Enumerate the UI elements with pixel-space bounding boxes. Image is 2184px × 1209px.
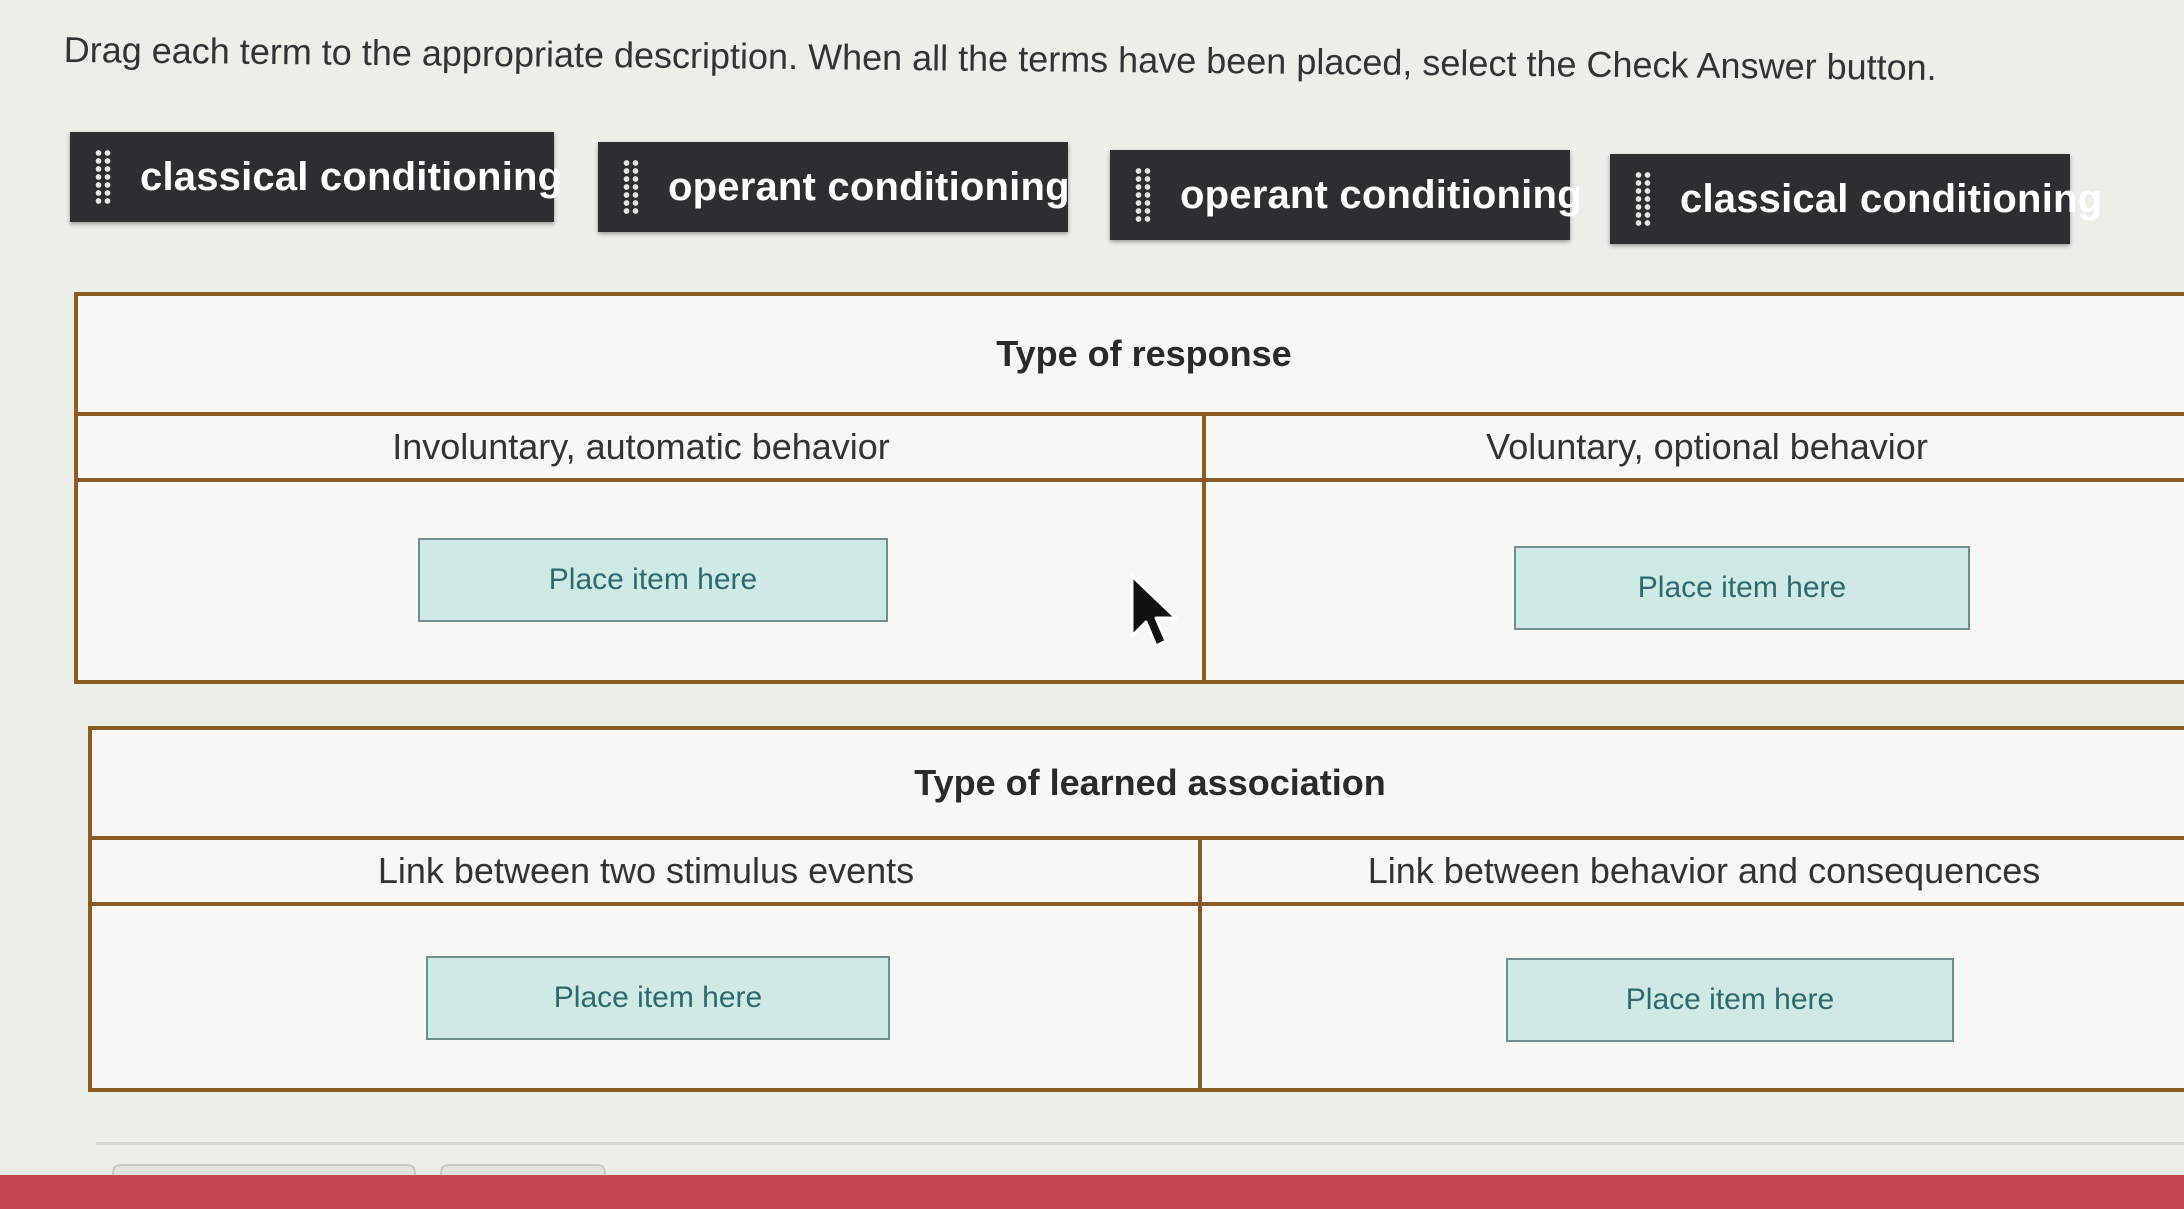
term-label: operant conditioning — [1180, 172, 1582, 217]
drop-zone[interactable]: Place item here — [1514, 546, 1970, 630]
table-title: Type of response — [78, 296, 2184, 416]
column-header: Involuntary, automatic behavior — [78, 416, 1204, 482]
term-label: classical conditioning — [1680, 176, 2103, 221]
footer-bar — [0, 1175, 2184, 1209]
mouse-pointer-icon — [1130, 574, 1178, 648]
column-header: Link between two stimulus events — [92, 840, 1200, 906]
term-chip[interactable]: operant conditioning — [1110, 150, 1582, 240]
drag-handle-icon[interactable] — [1134, 167, 1152, 223]
term-bank: classical conditioning operant condition… — [70, 120, 2150, 250]
drag-handle-icon[interactable] — [622, 159, 640, 215]
drop-zone[interactable]: Place item here — [1506, 958, 1954, 1042]
term-label: classical conditioning — [140, 154, 563, 199]
drop-zone[interactable]: Place item here — [418, 538, 888, 622]
column-divider — [1198, 840, 1202, 1088]
term-label: operant conditioning — [668, 164, 1070, 209]
term-chip[interactable]: operant conditioning — [598, 142, 1070, 232]
column-header: Voluntary, optional behavior — [1204, 416, 2184, 482]
footer-divider — [96, 1142, 2184, 1145]
drop-zone[interactable]: Place item here — [426, 956, 890, 1040]
term-chip[interactable]: classical conditioning — [70, 132, 562, 222]
term-chip[interactable]: classical conditioning — [1610, 154, 2102, 244]
learned-association-table: Type of learned association Link between… — [88, 726, 2184, 1092]
drag-handle-icon[interactable] — [94, 149, 112, 205]
instructions-text: Drag each term to the appropriate descri… — [63, 28, 1937, 88]
column-header: Link between behavior and consequences — [1200, 840, 2184, 906]
drag-handle-icon[interactable] — [1634, 171, 1652, 227]
column-divider — [1202, 416, 1206, 680]
table-title: Type of learned association — [92, 730, 2184, 840]
